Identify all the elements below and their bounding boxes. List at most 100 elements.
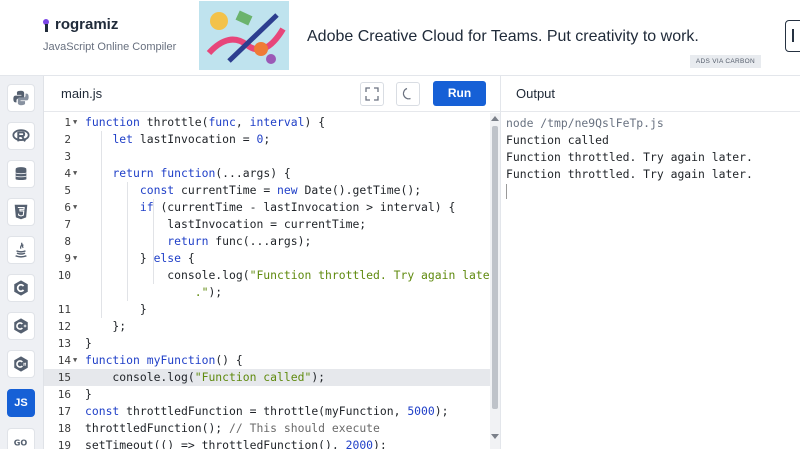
line-number: 1 — [64, 116, 71, 129]
programiz-logo[interactable]: rogramiz JavaScript Online Compiler — [43, 16, 176, 53]
line-number: 3 — [64, 150, 71, 163]
code-text: return function(...args) { — [112, 166, 291, 180]
code-line[interactable]: 10 console.log("Function throttled. Try … — [44, 267, 490, 284]
ad-image[interactable] — [199, 1, 289, 70]
run-button[interactable]: Run — [433, 81, 486, 106]
line-number: 18 — [57, 422, 71, 435]
line-number: 12 — [57, 320, 71, 333]
code-line[interactable]: 17 const throttledFunction = throttle(myF… — [44, 403, 490, 420]
sidebar-item-cpp[interactable] — [7, 312, 35, 340]
fold-arrow-icon[interactable]: ▼ — [73, 352, 77, 369]
sidebar-item-java[interactable] — [7, 236, 35, 264]
sidebar-item-python[interactable] — [7, 84, 35, 112]
compiler-subtitle: JavaScript Online Compiler — [43, 41, 177, 53]
sidebar-item-r[interactable] — [7, 122, 35, 150]
code-text: console.log("Function throttled. Try aga… — [85, 268, 490, 282]
sidebar-item-js[interactable]: JS — [7, 389, 35, 417]
code-text: } else { — [85, 251, 195, 265]
output-line: Function called — [506, 133, 609, 147]
code-text: } — [85, 387, 92, 401]
sidebar-item-go[interactable]: GO — [7, 428, 35, 449]
line-number: 11 — [57, 303, 71, 316]
line-number: 6 — [64, 201, 71, 214]
r-icon — [12, 129, 30, 142]
fold-arrow-icon[interactable]: ▼ — [73, 250, 77, 267]
scrollbar-thumb[interactable] — [492, 126, 498, 409]
code-editor-panel: main.js Run 1 ▼ function throttle(func, in… — [44, 76, 500, 449]
code-text: if (currentTime - lastInvocation > inter… — [139, 200, 456, 214]
carbon-ad[interactable]: Adobe Creative Cloud for Teams. Put crea… — [199, 1, 761, 71]
c-icon — [14, 280, 28, 296]
console-caret — [506, 184, 507, 199]
fullscreen-icon — [365, 87, 379, 101]
editor-scrollbar[interactable] — [490, 113, 500, 449]
fold-arrow-icon[interactable]: ▼ — [73, 199, 77, 216]
code-line[interactable]: 4 ▼ return function(...args) { — [44, 165, 490, 182]
scroll-down-arrow-icon[interactable] — [491, 434, 499, 439]
sidebar-item-sql[interactable] — [7, 160, 35, 188]
editor-toolbar: main.js Run — [44, 76, 500, 112]
code-line[interactable]: 19 setTimeout(() => throttledFunction(), … — [44, 437, 490, 449]
html5-icon — [14, 204, 28, 220]
code-area[interactable]: 1 ▼ function throttle(func, interval) {2 l… — [44, 112, 490, 449]
code-line[interactable]: 7 lastInvocation = currentTime; — [44, 216, 490, 233]
line-number: 19 — [57, 439, 71, 449]
output-panel: Output node /tmp/ne9QslFeTp.js Function … — [500, 76, 800, 449]
line-number: 10 — [57, 269, 71, 282]
code-text: function throttle(func, interval) { — [85, 115, 326, 129]
code-line[interactable]: 15 console.log("Function called"); — [44, 369, 490, 386]
code-line[interactable]: 2 let lastInvocation = 0; — [44, 131, 490, 148]
line-number: 2 — [64, 133, 71, 146]
code-line[interactable]: 6 ▼ if (currentTime - lastInvocation > in… — [44, 199, 490, 216]
programiz-logo-mark-icon — [43, 18, 54, 32]
ads-via-carbon-label[interactable]: ADS VIA CARBON — [689, 55, 761, 68]
line-number: 13 — [57, 337, 71, 350]
output-line: Function throttled. Try again later. — [506, 167, 753, 181]
line-number: 16 — [57, 388, 71, 401]
tab-main-js[interactable]: main.js — [61, 86, 102, 101]
fold-arrow-icon[interactable]: ▼ — [73, 165, 77, 182]
header-action-button[interactable] — [785, 20, 800, 52]
code-line[interactable]: ."); — [44, 284, 490, 301]
output-line: Function throttled. Try again later. — [506, 150, 753, 164]
code-line[interactable]: 8 return func(...args); — [44, 233, 490, 250]
theme-toggle-button[interactable] — [396, 82, 420, 106]
code-text: } — [85, 336, 92, 350]
fullscreen-button[interactable] — [360, 82, 384, 106]
output-console[interactable]: node /tmp/ne9QslFeTp.js Function called … — [506, 115, 753, 199]
code-text: function myFunction() { — [85, 353, 243, 367]
code-line[interactable]: 14 ▼ function myFunction() { — [44, 352, 490, 369]
fold-arrow-icon[interactable]: ▼ — [73, 114, 77, 131]
scroll-up-arrow-icon[interactable] — [491, 116, 499, 121]
java-icon — [15, 242, 27, 258]
code-text: }; — [85, 319, 127, 333]
sidebar-item-c[interactable] — [7, 274, 35, 302]
code-line[interactable]: 1 ▼ function throttle(func, interval) { — [44, 114, 490, 131]
sidebar-item-csharp[interactable] — [7, 350, 35, 378]
output-header: Output — [501, 76, 800, 112]
ad-text[interactable]: Adobe Creative Cloud for Teams. Put crea… — [307, 28, 699, 46]
csharp-icon — [14, 356, 28, 372]
code-text: throttledFunction(); // This should exec… — [85, 421, 380, 435]
code-line[interactable]: 12 }; — [44, 318, 490, 335]
code-line[interactable]: 13} — [44, 335, 490, 352]
code-line[interactable]: 18 throttledFunction(); // This should ex… — [44, 420, 490, 437]
logo-text: rogramiz — [55, 16, 119, 33]
code-line[interactable]: 11 } — [44, 301, 490, 318]
line-number: 5 — [64, 184, 71, 197]
code-line[interactable]: 16} — [44, 386, 490, 403]
moon-icon — [402, 87, 411, 100]
code-text: } — [85, 302, 147, 316]
code-line[interactable]: 5 const currentTime = new Date().getTime… — [44, 182, 490, 199]
database-icon — [15, 167, 27, 180]
ad-illustration-icon — [199, 1, 289, 70]
code-text: return func(...args); — [167, 234, 312, 248]
line-number: 4 — [64, 167, 71, 180]
code-line[interactable]: 9 ▼ } else { — [44, 250, 490, 267]
line-number: 15 — [57, 371, 71, 384]
code-text: console.log("Function called"); — [85, 370, 326, 384]
sidebar-item-html[interactable] — [7, 198, 35, 226]
code-text: ."); — [194, 285, 223, 299]
code-line[interactable]: 3 — [44, 148, 490, 165]
svg-text:GO: GO — [14, 438, 28, 448]
